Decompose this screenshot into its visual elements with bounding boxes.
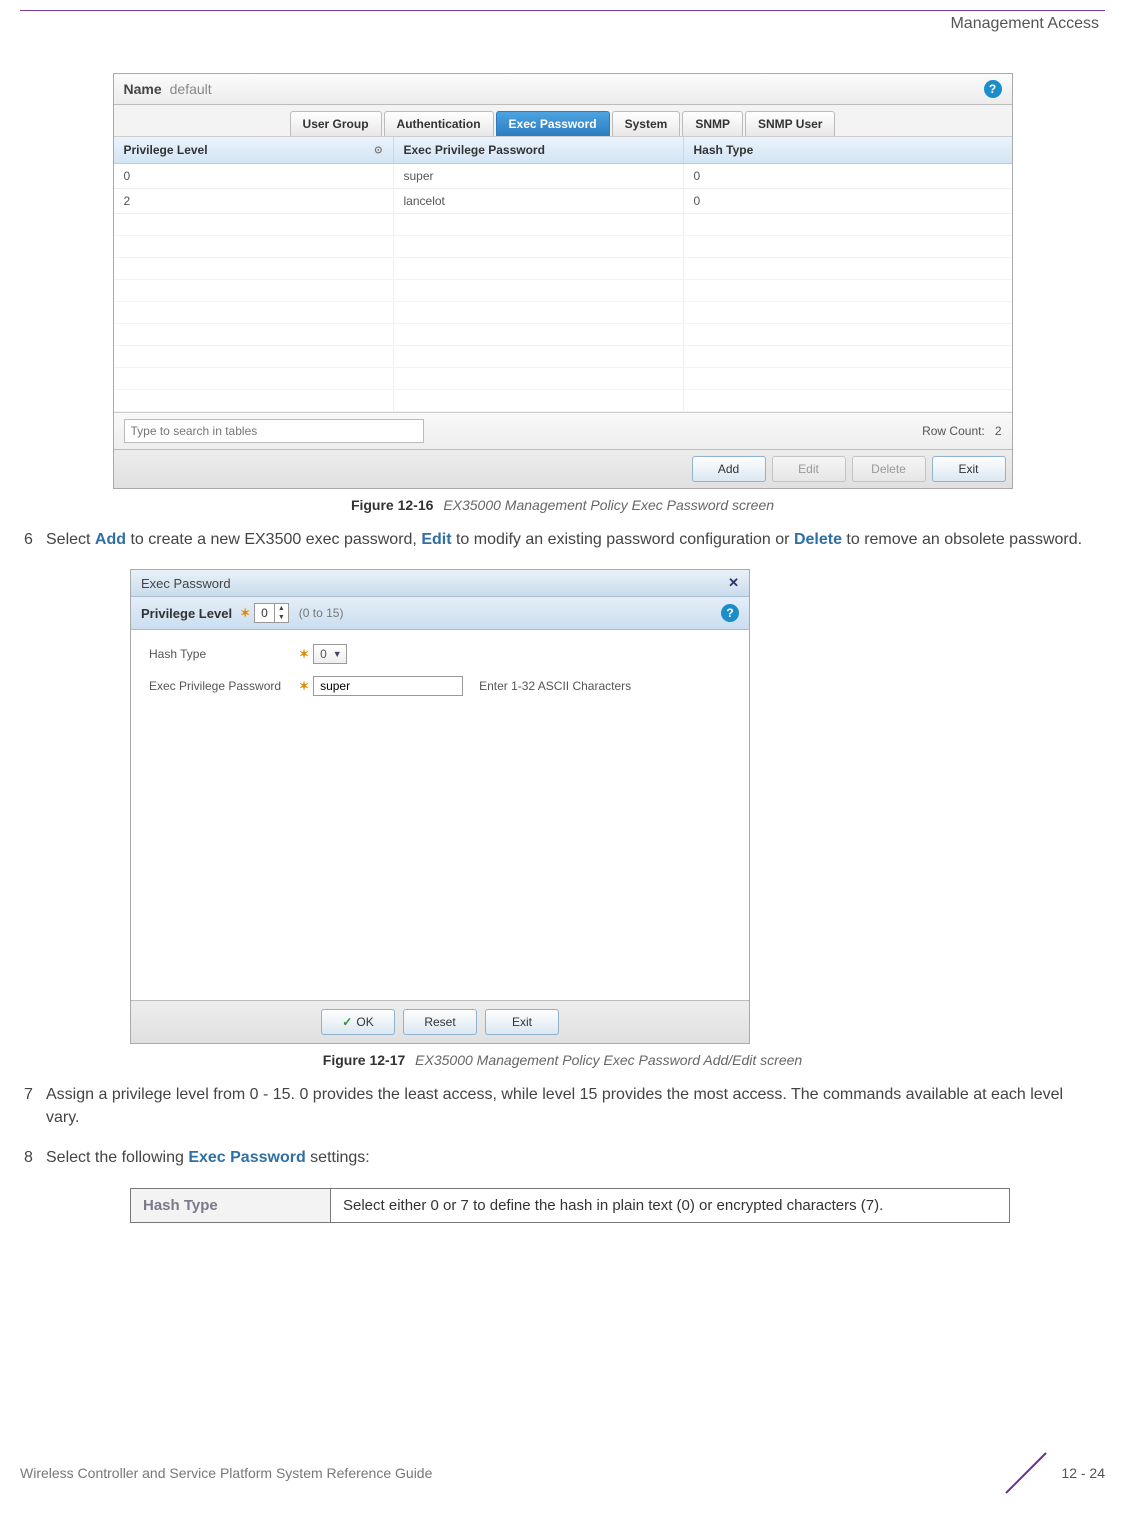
stepper-down-icon[interactable]: ▼ [275,613,288,622]
setting-description: Select either 0 or 7 to define the hash … [331,1188,1010,1222]
kw-add: Add [95,531,126,548]
figure-title: EX35000 Management Policy Exec Password … [443,497,774,513]
col-header-exec-password[interactable]: Exec Privilege Password [394,137,684,163]
cell-pwd: super [394,164,684,188]
tabs-bar: User Group Authentication Exec Password … [114,105,1012,137]
exit-button[interactable]: Exit [485,1009,559,1035]
name-label: Name [124,81,162,97]
tab-exec-password[interactable]: Exec Password [496,111,610,136]
tab-snmp[interactable]: SNMP [682,111,743,136]
figure-12-17-caption: Figure 12-17 EX35000 Management Policy E… [20,1052,1105,1068]
row-count-value: 2 [995,424,1002,438]
tab-system[interactable]: System [612,111,681,136]
required-icon: ✶ [299,647,309,661]
cell-hash: 0 [684,189,1012,213]
table-row[interactable]: 2 lancelot 0 [114,189,1012,214]
delete-button[interactable]: Delete [852,456,926,482]
col-label: Privilege Level [124,143,208,157]
figure-title: EX35000 Management Policy Exec Password … [415,1052,802,1068]
col-header-hash-type[interactable]: Hash Type [684,137,1012,163]
footer-doc-title: Wireless Controller and Service Platform… [20,1465,432,1481]
cell-pwd: lancelot [394,189,684,213]
dialog-title: Exec Password [141,576,231,591]
help-icon[interactable]: ? [984,80,1002,98]
ok-button[interactable]: OK [321,1009,395,1035]
col-header-privilege-level[interactable]: Privilege Level ⊙ [114,137,394,163]
step-number: 7 [24,1084,46,1129]
figure-12-16-caption: Figure 12-16 EX35000 Management Policy E… [20,497,1105,513]
cell-hash: 0 [684,164,1012,188]
stepper-up-icon[interactable]: ▲ [275,604,288,613]
search-input[interactable] [124,419,424,443]
tab-authentication[interactable]: Authentication [384,111,494,136]
exec-password-label: Exec Privilege Password [149,679,299,693]
privilege-level-stepper[interactable]: 0 ▲ ▼ [254,603,289,623]
add-button[interactable]: Add [692,456,766,482]
sort-icon[interactable]: ⊙ [374,145,382,156]
figure-number: Figure 12-16 [351,497,433,513]
step-number: 6 [24,529,46,551]
password-hint: Enter 1-32 ASCII Characters [479,679,631,693]
cell-priv: 0 [114,164,394,188]
chevron-down-icon: ▼ [333,649,342,659]
help-icon[interactable]: ? [721,604,739,622]
setting-key: Hash Type [131,1188,331,1222]
reset-button[interactable]: Reset [403,1009,477,1035]
figure-12-17-screenshot: Exec Password ✕ Privilege Level ✶ 0 ▲ ▼ … [130,569,750,1044]
page-header: Management Access [20,15,1105,33]
exec-password-settings-table: Hash Type Select either 0 or 7 to define… [130,1188,1010,1223]
tab-snmp-user[interactable]: SNMP User [745,111,835,136]
page-number: 12 - 24 [1061,1465,1105,1481]
step-6: 6 Select Add to create a new EX3500 exec… [24,529,1101,551]
privilege-range-hint: (0 to 15) [299,606,344,620]
privilege-level-label: Privilege Level [141,606,232,621]
kw-delete: Delete [794,531,842,548]
edit-button[interactable]: Edit [772,456,846,482]
step-7: 7 Assign a privilege level from 0 - 15. … [24,1084,1101,1129]
kw-exec-password: Exec Password [188,1149,305,1166]
hash-type-select[interactable]: 0 ▼ [313,644,347,664]
exit-button[interactable]: Exit [932,456,1006,482]
hash-type-label: Hash Type [149,647,299,661]
row-count-label: Row Count: [922,424,985,438]
stepper-value: 0 [255,606,274,620]
required-icon: ✶ [299,679,309,693]
name-value: default [170,81,212,97]
footer-divider-icon [1001,1448,1051,1498]
figure-12-16-screenshot: Name default ? User Group Authentication… [113,73,1013,489]
kw-edit: Edit [421,531,451,548]
required-icon: ✶ [240,606,250,620]
table-row[interactable]: 0 super 0 [114,164,1012,189]
tab-user-group[interactable]: User Group [290,111,382,136]
cell-priv: 2 [114,189,394,213]
figure-number: Figure 12-17 [323,1052,405,1068]
close-icon[interactable]: ✕ [728,575,739,591]
exec-password-input[interactable] [313,676,463,696]
step-number: 8 [24,1147,46,1169]
select-value: 0 [320,647,327,661]
step-8: 8 Select the following Exec Password set… [24,1147,1101,1169]
